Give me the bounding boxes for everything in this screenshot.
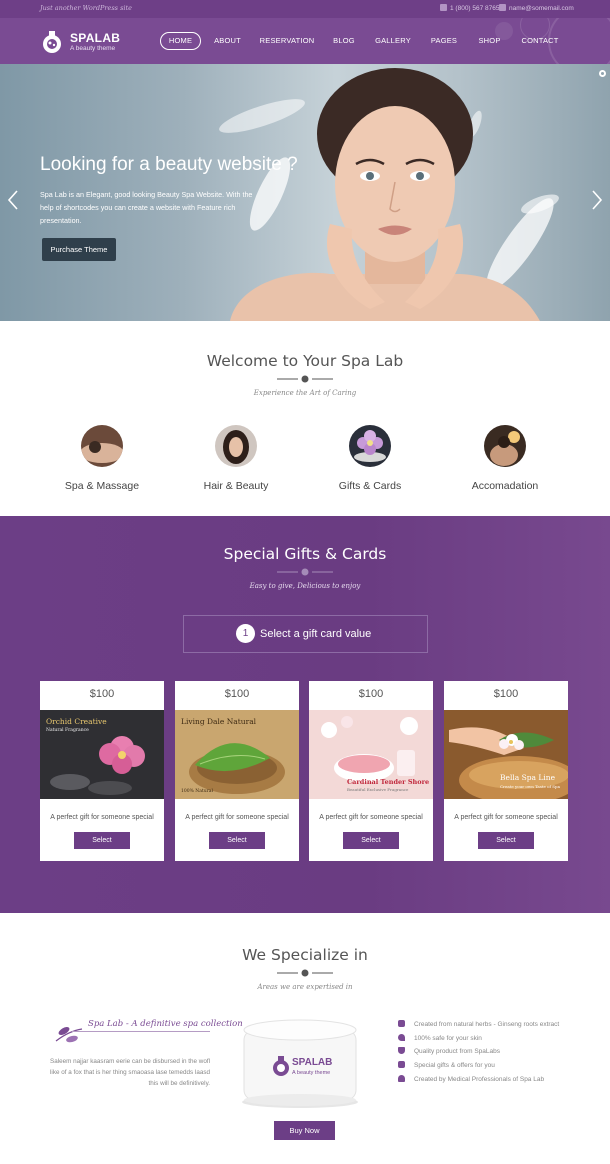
mail-icon — [499, 4, 506, 11]
email-address: name@somemail.com — [509, 5, 574, 12]
feature-text: Special gifts & offers for you — [414, 1062, 495, 1069]
nav-gallery[interactable]: GALLERY — [372, 32, 414, 50]
phone-icon — [440, 4, 447, 11]
card-image-caption: Orchid Creative — [46, 717, 107, 726]
nav-blog[interactable]: BLOG — [328, 32, 360, 50]
specialize-title: We Specialize in — [242, 946, 368, 964]
card-image-subcaption: Beautiful Exclusive Fragrance — [347, 787, 409, 792]
card-description: A perfect gift for someone special — [319, 814, 423, 821]
hero-slider: Looking for a beauty website ? Spa Lab i… — [0, 64, 610, 321]
slider-next-arrow-icon[interactable] — [591, 189, 603, 211]
leaf-branch-icon — [55, 1027, 83, 1043]
select-button[interactable]: Select — [74, 832, 130, 849]
hair-beauty-image[interactable] — [215, 425, 257, 467]
card-price: $100 — [89, 688, 115, 700]
nav-pages[interactable]: PAGES — [427, 32, 461, 50]
gift-card: $100 Orchid Creative Natural Fragrance A… — [40, 681, 164, 861]
buy-now-button[interactable]: Buy Now — [274, 1121, 335, 1140]
specialize-subtitle: Areas we are expertised in — [257, 983, 353, 991]
feature-text: Created from natural herbs - Ginseng roo… — [414, 1021, 560, 1028]
feature-item: Special gifts & offers for you — [398, 1061, 495, 1069]
service-accomodation[interactable]: Accomadation — [435, 480, 575, 492]
feature-text: Quality product from SpaLabs — [414, 1048, 500, 1055]
divider-ornament-icon — [277, 568, 333, 576]
card-description: A perfect gift for someone special — [50, 814, 154, 821]
gifts-cards-image[interactable] — [349, 425, 391, 467]
gift-card: $100 Living Dale Natural 100% Natural A … — [175, 681, 299, 861]
brand-tagline: A beauty theme — [70, 45, 116, 52]
card-image-subcaption: 100% Natural — [181, 789, 213, 794]
nav-contact[interactable]: CONTACT — [517, 32, 563, 50]
card-price: $100 — [224, 688, 250, 700]
card-price: $100 — [358, 688, 384, 700]
select-button[interactable]: Select — [209, 832, 265, 849]
feature-text: Created by Medical Professionals of Spa … — [414, 1076, 545, 1083]
select-button[interactable]: Select — [478, 832, 534, 849]
card-image-subcaption: Create your own Taste of Spa — [500, 784, 560, 789]
site-tagline: Just another WordPress site — [40, 4, 132, 12]
divider-ornament-icon — [277, 375, 333, 383]
doctor-icon — [398, 1075, 405, 1082]
slider-prev-arrow-icon[interactable] — [7, 189, 19, 211]
card-price: $100 — [493, 688, 519, 700]
feature-text: 100% safe for your skin — [414, 1035, 482, 1042]
logo-icon[interactable] — [40, 28, 64, 54]
nav-about[interactable]: ABOUT — [210, 32, 245, 50]
feature-item: Created by Medical Professionals of Spa … — [398, 1075, 544, 1083]
feature-item: Created from natural herbs - Ginseng roo… — [398, 1020, 559, 1028]
brand-name[interactable]: SPALAB — [70, 31, 120, 45]
service-gifts-cards[interactable]: Gifts & Cards — [300, 480, 440, 492]
card-image-caption: Bella Spa Line — [500, 773, 556, 782]
jar-brand: SPALAB — [292, 1057, 333, 1068]
gift-value-label[interactable]: Select a gift card value — [260, 628, 371, 640]
card-image-caption: Cardinal Tender Shore — [347, 778, 430, 786]
divider-ornament-icon — [277, 969, 333, 977]
step-number-badge: 1 — [236, 624, 255, 643]
collection-underline — [72, 1031, 210, 1032]
gift-icon — [398, 1061, 405, 1068]
gift-card: $100 Cardinal Tender Shore Beautiful Exc… — [309, 681, 433, 861]
hero-title: Looking for a beauty website ? — [40, 154, 298, 175]
purchase-theme-button[interactable]: Purchase Theme — [42, 238, 116, 261]
nav-reservation[interactable]: RESERVATION — [258, 32, 316, 50]
nav-shop[interactable]: SHOP — [474, 32, 505, 50]
phone-contact[interactable]: 1 (800) 567 8765 — [440, 4, 500, 12]
jar-tagline: A beauty theme — [292, 1070, 331, 1076]
header: SPALAB A beauty theme HOME ABOUT RESERVA… — [0, 18, 610, 64]
welcome-subtitle: Experience the Art of Caring — [253, 389, 357, 397]
collection-title: Spa Lab - A definitive spa collection — [88, 1019, 243, 1029]
heart-icon — [398, 1034, 405, 1041]
gift-card: $100 Bella Spa Line Create your own Tast… — [444, 681, 568, 861]
service-hair-beauty[interactable]: Hair & Beauty — [166, 480, 306, 492]
shield-icon — [398, 1047, 405, 1054]
welcome-title: Welcome to Your Spa Lab — [206, 352, 404, 370]
card-description: A perfect gift for someone special — [185, 814, 289, 821]
phone-number: 1 (800) 567 8765 — [450, 5, 500, 12]
spa-massage-image[interactable] — [81, 425, 123, 467]
card-image-caption: Living Dale Natural — [181, 717, 257, 726]
card-image-subcaption: Natural Fragrance — [46, 728, 89, 733]
leaf-icon — [398, 1020, 405, 1027]
feature-item: 100% safe for your skin — [398, 1034, 482, 1042]
top-bar: Just another WordPress site 1 (800) 567 … — [0, 0, 610, 18]
nav-home[interactable]: HOME — [160, 32, 201, 50]
accomodation-image[interactable] — [484, 425, 526, 467]
collection-description: Saleem najjar kaasram eerie can be disbu… — [50, 1058, 210, 1087]
feature-item: Quality product from SpaLabs — [398, 1047, 500, 1055]
gifts-subtitle: Easy to give, Delicious to enjoy — [249, 582, 361, 590]
email-contact[interactable]: name@somemail.com — [499, 4, 574, 12]
slider-indicator[interactable] — [599, 70, 606, 77]
select-button[interactable]: Select — [343, 832, 399, 849]
card-description: A perfect gift for someone special — [454, 814, 558, 821]
hero-description: Spa Lab is an Elegant, good looking Beau… — [40, 190, 253, 225]
gifts-title: Special Gifts & Cards — [223, 545, 387, 563]
service-spa-massage[interactable]: Spa & Massage — [32, 480, 172, 492]
